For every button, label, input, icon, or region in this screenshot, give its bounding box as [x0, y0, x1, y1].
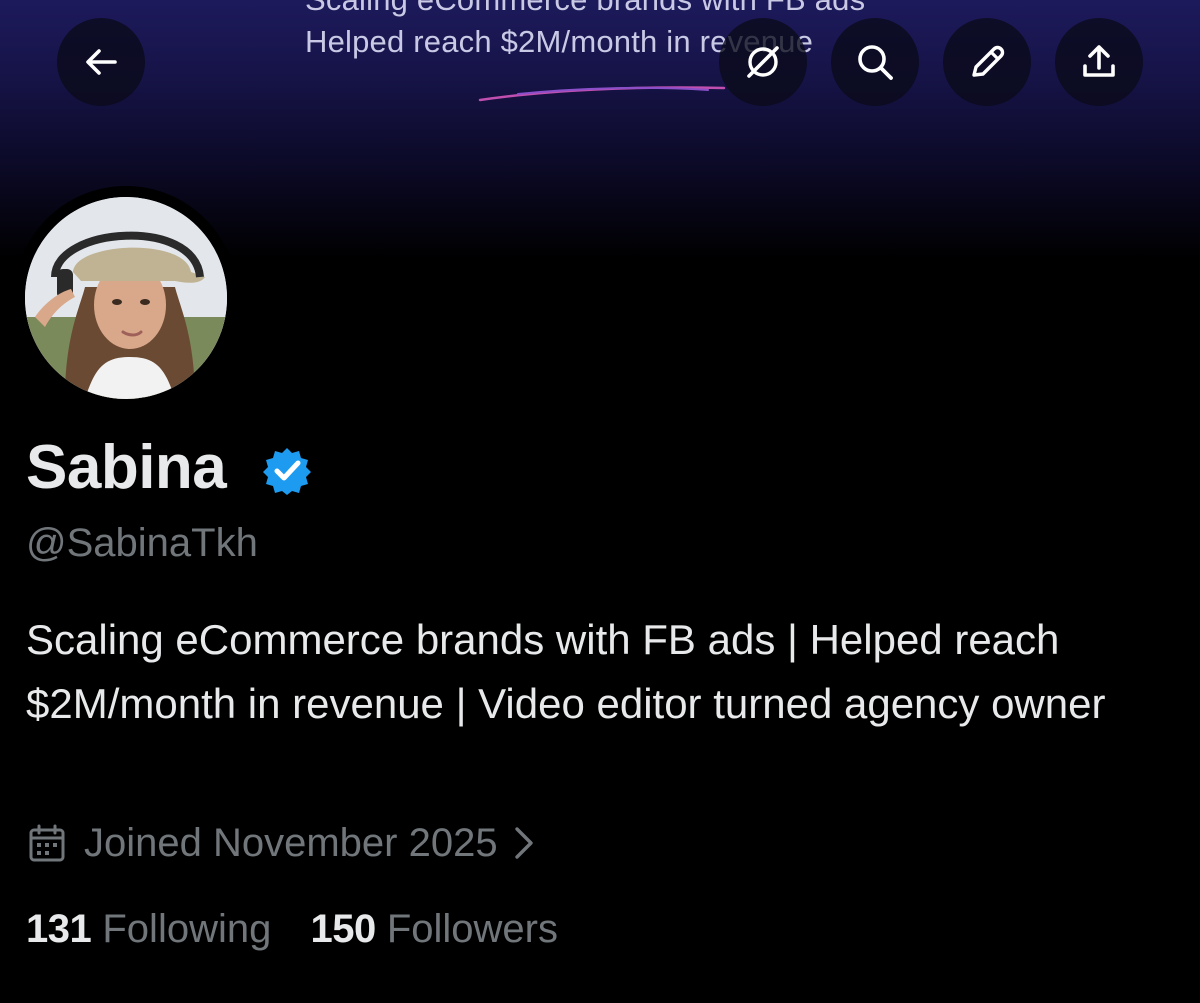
following-link[interactable]: 131 Following: [26, 904, 271, 954]
display-name: Sabina: [26, 433, 227, 502]
chevron-right-icon: [514, 827, 533, 859]
share-icon: [1083, 45, 1115, 77]
verified-badge-icon[interactable]: [262, 445, 312, 495]
joined-date-row[interactable]: Joined November 2025: [26, 818, 536, 868]
pencil-icon: [972, 45, 1005, 77]
banner-underline-decoration: [478, 86, 726, 102]
search-icon: [858, 45, 893, 80]
followers-label: Followers: [386, 907, 558, 951]
following-count: 131: [26, 907, 92, 951]
profile-photo: [25, 197, 227, 399]
share-button[interactable]: [1055, 18, 1143, 106]
search-button[interactable]: [831, 18, 919, 106]
user-handle: @SabinaTkh: [26, 521, 258, 565]
followers-count: 150: [310, 907, 376, 951]
back-arrow-icon: [86, 49, 117, 75]
back-button[interactable]: [57, 18, 145, 106]
profile-bio: Scaling eCommerce brands with FB ads | H…: [26, 616, 1106, 727]
edit-profile-button[interactable]: [943, 18, 1031, 106]
following-label: Following: [102, 907, 272, 951]
avatar[interactable]: [25, 197, 227, 399]
joined-date-text: Joined November 2025: [84, 821, 498, 865]
grok-button[interactable]: [719, 18, 807, 106]
calendar-icon: [29, 824, 65, 862]
banner-text-line-1: Scaling eCommerce brands with FB ads: [305, 0, 865, 18]
grok-icon: [747, 46, 779, 78]
followers-link[interactable]: 150 Followers: [310, 904, 558, 954]
follow-stats: 131 Following 150 Followers: [26, 904, 558, 954]
